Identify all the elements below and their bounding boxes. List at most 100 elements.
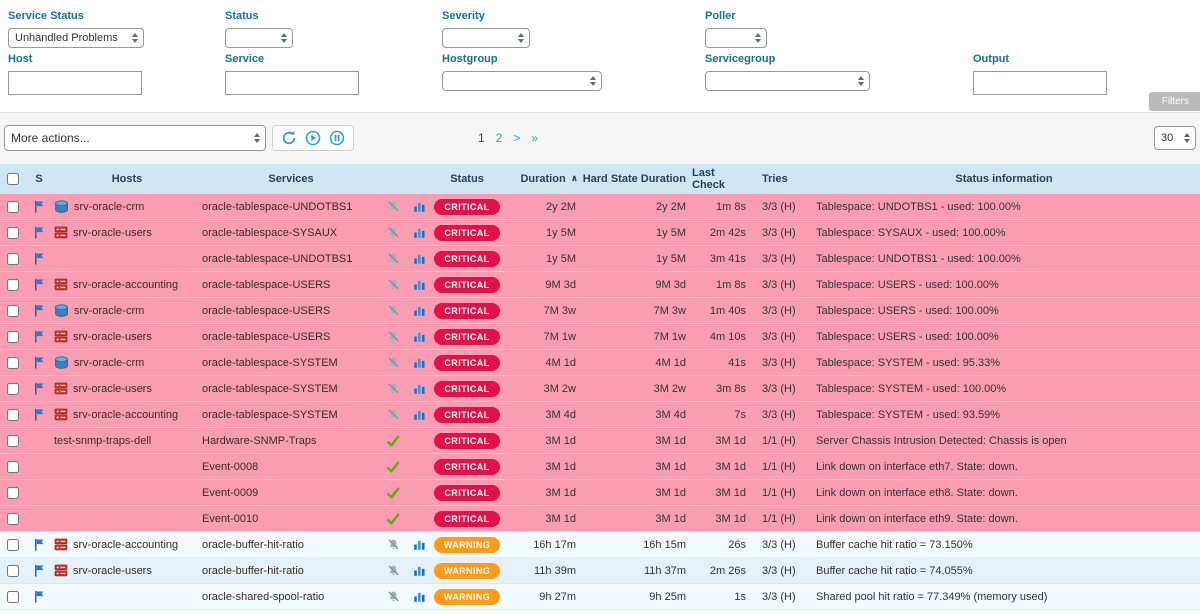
filters-button[interactable]: Filters [1149, 92, 1200, 111]
host-link[interactable]: srv-oracle-accounting [73, 409, 178, 421]
host-server-icon [54, 330, 68, 343]
play-icon[interactable] [304, 129, 322, 147]
sort-asc-icon[interactable]: ∧ [571, 174, 578, 184]
flag-icon[interactable] [34, 226, 45, 239]
row-checkbox[interactable] [7, 461, 19, 473]
header-hard-state-duration[interactable]: Hard State Duration [580, 164, 692, 194]
row-checkbox[interactable] [7, 279, 19, 291]
header-status[interactable]: Status [432, 164, 502, 194]
service-link[interactable]: oracle-shared-spool-ratio [202, 591, 324, 603]
flag-icon[interactable] [34, 304, 45, 317]
row-checkbox[interactable] [7, 487, 19, 499]
flag-icon[interactable] [34, 200, 45, 213]
pause-icon[interactable] [328, 129, 346, 147]
flag-icon[interactable] [34, 382, 45, 395]
row-checkbox[interactable] [7, 253, 19, 265]
header-services[interactable]: Services [202, 164, 380, 194]
row-checkbox[interactable] [7, 409, 19, 421]
row-checkbox[interactable] [7, 357, 19, 369]
row-checkbox[interactable] [7, 305, 19, 317]
refresh-icon[interactable] [280, 129, 298, 147]
flag-icon[interactable] [34, 590, 45, 603]
page-2-link[interactable]: 2 [496, 131, 503, 145]
header-hosts[interactable]: Hosts [52, 164, 202, 194]
output-input[interactable] [973, 71, 1107, 95]
row-checkbox[interactable] [7, 435, 19, 447]
service-link[interactable]: oracle-buffer-hit-ratio [202, 539, 304, 551]
performance-graph-icon[interactable] [413, 564, 426, 577]
performance-graph-icon[interactable] [413, 538, 426, 551]
row-checkbox[interactable] [7, 201, 19, 213]
performance-graph-icon[interactable] [413, 382, 426, 395]
row-checkbox[interactable] [7, 331, 19, 343]
host-link[interactable]: srv-oracle-users [73, 383, 152, 395]
hostgroup-select[interactable] [442, 71, 602, 91]
performance-graph-icon[interactable] [413, 304, 426, 317]
service-link[interactable]: oracle-tablespace-SYSTEM [202, 357, 338, 369]
more-actions-select[interactable]: More actions... [4, 125, 266, 151]
host-link[interactable]: srv-oracle-crm [74, 357, 144, 369]
flag-icon[interactable] [34, 356, 45, 369]
service-link[interactable]: oracle-tablespace-USERS [202, 331, 330, 343]
row-checkbox[interactable] [7, 539, 19, 551]
host-link[interactable]: srv-oracle-accounting [73, 539, 178, 551]
flag-icon[interactable] [34, 252, 45, 265]
host-link[interactable]: srv-oracle-crm [74, 201, 144, 213]
host-link[interactable]: srv-oracle-users [73, 331, 152, 343]
page-last-link[interactable]: » [531, 131, 538, 145]
flag-icon[interactable] [34, 330, 45, 343]
header-last-check[interactable]: Last Check [692, 164, 752, 194]
performance-graph-icon[interactable] [413, 278, 426, 291]
severity-select[interactable] [442, 28, 530, 48]
page-size-select[interactable]: 30 [1154, 126, 1196, 150]
table-row: srv-oracle-users oracle-tablespace-SYSAU… [0, 220, 1200, 246]
service-link[interactable]: oracle-tablespace-USERS [202, 305, 330, 317]
status-select[interactable] [225, 28, 293, 48]
flag-icon[interactable] [34, 538, 45, 551]
row-checkbox[interactable] [7, 227, 19, 239]
service-link[interactable]: Event-0009 [202, 487, 258, 499]
service-link[interactable]: oracle-tablespace-UNDOTBS1 [202, 253, 352, 265]
green-check-icon [386, 487, 400, 499]
page-next-link[interactable]: > [513, 131, 520, 145]
servicegroup-select[interactable] [705, 71, 870, 91]
service-link[interactable]: Event-0008 [202, 461, 258, 473]
select-all-checkbox[interactable] [7, 173, 19, 185]
row-checkbox[interactable] [7, 591, 19, 603]
header-status-information[interactable]: Status information [808, 164, 1200, 194]
performance-graph-icon[interactable] [413, 226, 426, 239]
service-link[interactable]: oracle-tablespace-SYSTEM [202, 409, 338, 421]
service-link[interactable]: oracle-tablespace-SYSAUX [202, 227, 337, 239]
poller-select[interactable] [705, 28, 767, 48]
performance-graph-icon[interactable] [413, 356, 426, 369]
header-s[interactable]: S [26, 164, 52, 194]
performance-graph-icon[interactable] [413, 200, 426, 213]
header-tries[interactable]: Tries [752, 164, 808, 194]
host-link[interactable]: test-snmp-traps-dell [54, 435, 151, 447]
service-link[interactable]: oracle-tablespace-USERS [202, 279, 330, 291]
host-link[interactable]: srv-oracle-crm [74, 305, 144, 317]
row-checkbox[interactable] [7, 513, 19, 525]
flag-icon[interactable] [34, 278, 45, 291]
service-input[interactable] [225, 71, 359, 95]
service-status-select[interactable]: Unhandled Problems [8, 28, 144, 48]
host-link[interactable]: srv-oracle-users [73, 565, 152, 577]
service-link[interactable]: oracle-tablespace-SYSTEM [202, 383, 338, 395]
host-link[interactable]: srv-oracle-accounting [73, 279, 178, 291]
host-link[interactable]: srv-oracle-users [73, 227, 152, 239]
flag-icon[interactable] [34, 564, 45, 577]
duration-cell: 11h 39m [502, 558, 580, 583]
service-link[interactable]: oracle-buffer-hit-ratio [202, 565, 304, 577]
row-checkbox[interactable] [7, 565, 19, 577]
host-input[interactable] [8, 71, 142, 95]
service-link[interactable]: oracle-tablespace-UNDOTBS1 [202, 201, 352, 213]
flag-icon[interactable] [34, 408, 45, 421]
service-link[interactable]: Event-0010 [202, 513, 258, 525]
performance-graph-icon[interactable] [413, 330, 426, 343]
performance-graph-icon[interactable] [413, 252, 426, 265]
service-link[interactable]: Hardware-SNMP-Traps [202, 435, 317, 447]
row-checkbox[interactable] [7, 383, 19, 395]
performance-graph-icon[interactable] [413, 590, 426, 603]
header-duration[interactable]: Duration ∧ [502, 164, 580, 194]
performance-graph-icon[interactable] [413, 408, 426, 421]
